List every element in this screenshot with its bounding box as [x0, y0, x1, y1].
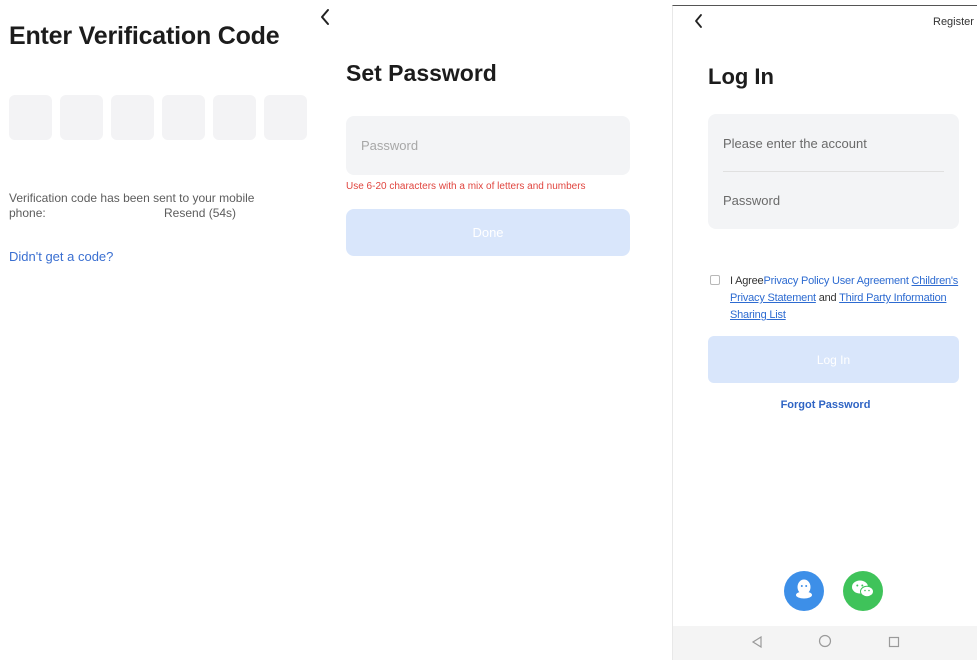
set-password-screen: Set Password Password Use 6-20 character… — [318, 0, 648, 660]
agree-prefix: I Agree — [730, 275, 764, 287]
and-text: and — [818, 292, 837, 304]
account-field[interactable]: Please enter the account — [723, 136, 867, 151]
page-title: Set Password — [346, 60, 497, 86]
qq-icon — [794, 578, 814, 605]
password-requirement-hint: Use 6-20 characters with a mix of letter… — [346, 181, 586, 192]
done-button[interactable]: Done — [346, 209, 630, 256]
code-digit-box[interactable] — [9, 95, 52, 140]
page-title: Log In — [708, 64, 774, 89]
code-digit-box[interactable] — [213, 95, 256, 140]
code-digit-box[interactable] — [60, 95, 103, 140]
code-input-row — [9, 95, 307, 140]
user-agreement-link[interactable]: User Agreement — [832, 275, 909, 287]
agreement-text: I AgreePrivacy Policy User Agreement Chi… — [730, 273, 960, 324]
code-digit-box[interactable] — [111, 95, 154, 140]
qq-login-button[interactable] — [784, 571, 824, 611]
wechat-icon — [851, 579, 875, 604]
forgot-password-link[interactable]: Forgot Password — [673, 399, 977, 411]
agree-checkbox[interactable] — [710, 275, 720, 285]
privacy-policy-link[interactable]: Privacy Policy — [763, 275, 829, 287]
login-button[interactable]: Log In — [708, 336, 959, 383]
home-circle-icon[interactable] — [818, 634, 832, 653]
chevron-left-icon[interactable] — [318, 8, 334, 28]
resend-countdown[interactable]: Resend (54s) — [164, 206, 236, 220]
code-sent-message: Verification code has been sent to your … — [9, 191, 255, 205]
password-field[interactable]: Password — [346, 116, 630, 175]
didnt-get-code-link[interactable]: Didn't get a code? — [9, 249, 113, 264]
code-sent-phone-label: phone: — [9, 206, 46, 220]
code-digit-box[interactable] — [264, 95, 307, 140]
code-digit-box[interactable] — [162, 95, 205, 140]
login-form: Please enter the account Password — [708, 114, 959, 229]
back-triangle-icon[interactable] — [751, 635, 763, 653]
password-field[interactable]: Password — [723, 193, 780, 208]
verification-screen: Enter Verification Code Verification cod… — [0, 0, 320, 660]
register-link[interactable]: Register — [933, 16, 974, 28]
login-screen: Register Log In Please enter the account… — [672, 5, 977, 660]
chevron-left-icon[interactable] — [691, 12, 705, 30]
page-title: Enter Verification Code — [9, 22, 280, 50]
recents-square-icon[interactable] — [888, 635, 900, 653]
android-nav-bar — [673, 626, 977, 660]
field-divider — [723, 171, 944, 172]
wechat-login-button[interactable] — [843, 571, 883, 611]
password-placeholder: Password — [361, 138, 419, 153]
